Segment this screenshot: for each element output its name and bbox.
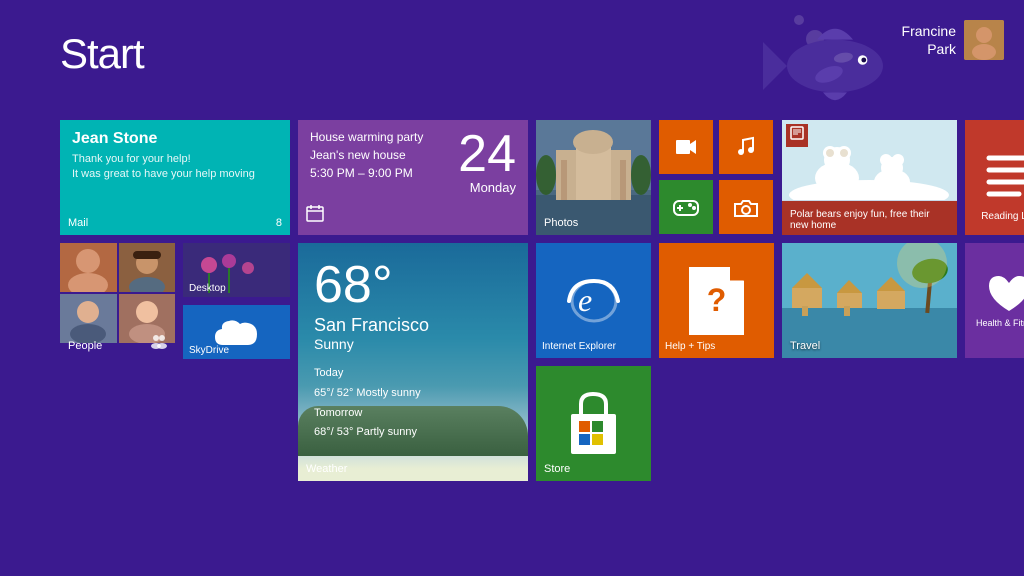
store-tile[interactable]: Store (536, 366, 651, 481)
weather-temp: 68° (298, 243, 528, 315)
fish-decoration (754, 0, 904, 120)
svg-text:e: e (578, 282, 592, 318)
games-icon (672, 195, 700, 219)
reading-list-tile[interactable]: Reading List (965, 120, 1024, 235)
reading-icon (984, 148, 1024, 198)
video-tile[interactable] (659, 120, 713, 174)
photos-label: Photos (544, 217, 578, 229)
weather-city: San Francisco (298, 315, 528, 336)
photos-tile[interactable]: Photos (536, 120, 651, 235)
weather-tile[interactable]: 68° San Francisco Sunny Today 65°/ 52° M… (298, 243, 528, 481)
games-tile[interactable] (659, 180, 713, 234)
mail-count: 8 (276, 217, 282, 229)
calendar-tile[interactable]: House warming party Jean's new house 5:3… (298, 120, 528, 235)
ie-tile[interactable]: e Internet Explorer (536, 243, 651, 358)
people-icon (151, 333, 167, 349)
health-label: Health & Fitness (972, 316, 1024, 330)
skydrive-label: SkyDrive (189, 345, 229, 356)
skydrive-tile[interactable]: SkyDrive (183, 305, 290, 359)
ie-icon: e (564, 273, 624, 328)
store-label: Store (544, 463, 570, 475)
store-icon (561, 389, 626, 459)
news-icon (790, 126, 804, 140)
camera-icon (733, 196, 759, 218)
people-tile[interactable]: People (60, 243, 175, 358)
video-icon (674, 135, 698, 159)
user-avatar (964, 20, 1004, 60)
mail-line2: It was great to have your help moving (72, 167, 278, 182)
help-tile[interactable]: ? Help + Tips (659, 243, 774, 358)
mail-tile[interactable]: Jean Stone Thank you for your help! It w… (60, 120, 290, 235)
camera-tile[interactable] (719, 180, 773, 234)
mail-line1: Thank you for your help! (72, 152, 278, 167)
desktop-label: Desktop (189, 283, 226, 294)
ie-label: Internet Explorer (542, 341, 616, 352)
help-question-mark: ? (707, 282, 727, 319)
news-tile[interactable]: Polar bears enjoy fun, free their new ho… (782, 120, 957, 235)
weather-details: Today 65°/ 52° Mostly sunny Tomorrow 68°… (298, 360, 528, 447)
start-title: Start (60, 30, 144, 78)
reading-label: Reading List (975, 206, 1024, 227)
people-label: People (68, 340, 102, 352)
music-tile[interactable] (719, 120, 773, 174)
weather-label: Weather (306, 463, 347, 475)
help-doc-icon: ? (689, 267, 744, 335)
health-icon (984, 271, 1024, 316)
news-headline: Polar bears enjoy fun, free their new ho… (790, 209, 949, 231)
user-last-name: Park (902, 40, 956, 58)
travel-label: Travel (790, 340, 820, 352)
mail-label: Mail (68, 217, 88, 229)
health-tile[interactable]: Health & Fitness (965, 243, 1024, 358)
tiles-area: Jean Stone Thank you for your help! It w… (60, 120, 1024, 481)
music-icon (734, 135, 758, 159)
calendar-date-num: 24 (458, 128, 516, 180)
desktop-tile[interactable]: Desktop (183, 243, 290, 297)
small-tiles-grid (659, 120, 773, 234)
mail-from: Jean Stone (72, 130, 278, 148)
help-label: Help + Tips (665, 341, 715, 352)
user-first-name: Francine (902, 22, 956, 40)
travel-tile[interactable]: Travel (782, 243, 957, 358)
user-info[interactable]: Francine Park (902, 20, 1004, 60)
skydrive-icon (213, 317, 261, 347)
weather-condition: Sunny (298, 336, 528, 360)
calendar-icon (306, 204, 324, 227)
